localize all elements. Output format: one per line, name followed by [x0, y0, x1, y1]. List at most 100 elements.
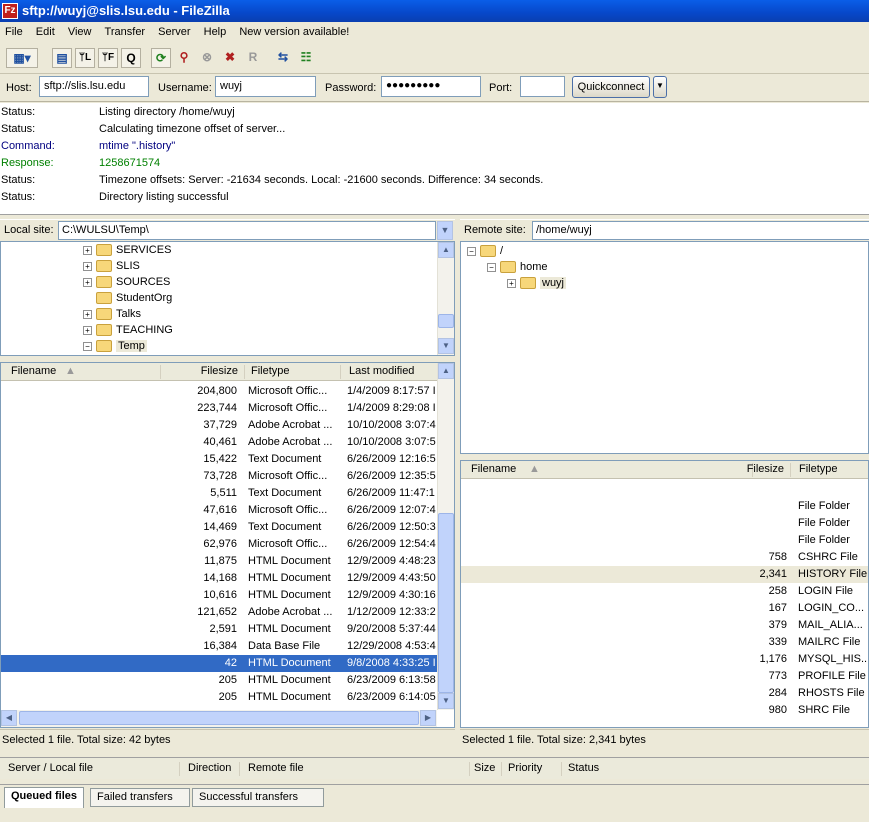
local-file-row[interactable]: XS_matrix_30001eng.xls47,616Microsoft Of… [1, 502, 437, 519]
hscroll-thumb[interactable] [19, 711, 419, 725]
local-tree-scrollbar[interactable]: ▲ ▼ [437, 242, 454, 355]
queue-column-server-local-file[interactable]: Server / Local file [8, 762, 180, 776]
local-file-row[interactable]: ASPRING 2009 Textbooks.pdf121,652Adobe A… [1, 604, 437, 621]
local-file-row[interactable]: ≡S_matrix_30001Chn.txt15,422Text Documen… [1, 451, 437, 468]
local-file-row[interactable]: ≡S_matrix_30002Chn.txt14,469Text Documen… [1, 519, 437, 536]
local-tree-item[interactable]: + SERVICES [83, 242, 171, 258]
filter-icon[interactable]: ☷ [296, 48, 316, 68]
remote-file-row[interactable]: ▭.login_conf167LOGIN_CO... [461, 600, 868, 617]
queue-column-size[interactable]: Size [474, 762, 502, 776]
remote-tree-item-home[interactable]: − home [487, 259, 548, 275]
remote-file-row[interactable]: public_htmlFile Folder [461, 515, 868, 532]
expand-icon[interactable]: + [83, 309, 92, 319]
local-tree-item[interactable]: + SOURCES [83, 274, 170, 290]
local-file-row[interactable]: ewith one br.htm205HTML Document6/23/200… [1, 689, 437, 706]
local-file-row[interactable]: AnlReader-2.pdf40,461Adobe Acrobat ...10… [1, 434, 437, 451]
remote-file-row[interactable]: ▭.rhosts284RHOSTS File [461, 685, 868, 702]
local-list-scrollbar[interactable]: ▲ ▼ [437, 363, 454, 710]
local-file-row[interactable]: eslis_rehost.html14,168HTML Document12/9… [1, 570, 437, 587]
local-site-path-input[interactable]: C:\WULSU\Temp\ [58, 221, 436, 240]
site-manager-icon[interactable]: ▦▾ [6, 48, 38, 68]
scroll-up-icon[interactable]: ▲ [438, 363, 454, 379]
tab-queued-files[interactable]: Queued files [4, 787, 85, 808]
local-file-row[interactable]: XS_matrix_30002Chn.xls62,976Microsoft Of… [1, 536, 437, 553]
toggle-queue-icon[interactable]: Q [121, 48, 141, 68]
local-tree-item[interactable]: − Temp [83, 338, 147, 354]
queue-column-direction[interactable]: Direction [188, 762, 240, 776]
local-tree-item[interactable]: StudentOrg [83, 290, 172, 306]
collapse-icon[interactable]: − [467, 246, 476, 256]
local-list-hscrollbar[interactable]: ◀ ▶ [1, 710, 437, 727]
port-input[interactable] [520, 76, 565, 97]
username-input[interactable]: wuyj [215, 76, 316, 97]
remote-tree-item-root[interactable]: − / [467, 243, 503, 259]
disconnect-icon[interactable]: ✖ [220, 48, 240, 68]
tab-successful-transfers[interactable]: Successful transfers [192, 788, 324, 807]
collapse-icon[interactable]: − [83, 341, 92, 351]
local-file-row[interactable]: AnlReader-1.pdf37,729Adobe Acrobat ...10… [1, 417, 437, 434]
remote-site-path-input[interactable]: /home/wuyj [532, 221, 869, 240]
remote-file-row[interactable]: ▭.cshrc758CSHRC File [461, 549, 868, 566]
remote-file-row[interactable]: ▭.mysql_history1,176MYSQL_HIS... [461, 651, 868, 668]
menu-new-version[interactable]: New version available! [234, 22, 354, 42]
remote-file-row[interactable]: ▭.profile773PROFILE File [461, 668, 868, 685]
menu-help[interactable]: Help [199, 22, 232, 42]
compare-directories-icon[interactable]: ⇆ [273, 48, 293, 68]
column-filesize[interactable]: Filesize [161, 365, 245, 379]
column-last-modified[interactable]: Last modified [349, 365, 439, 379]
column-filesize[interactable]: Filesize [733, 463, 791, 477]
local-file-row[interactable]: ≡S_matrix_30001eng.txt5,511Text Document… [1, 485, 437, 502]
column-filetype[interactable]: Filetype [799, 463, 868, 477]
toggle-local-tree-icon[interactable]: ᛘL [75, 48, 95, 68]
expand-icon[interactable]: + [83, 261, 92, 271]
scroll-right-icon[interactable]: ▶ [420, 710, 436, 726]
tab-failed-transfers[interactable]: Failed transfers [90, 788, 190, 807]
quickconnect-button[interactable]: Quickconnect [572, 76, 650, 98]
local-tree-item[interactable]: + TEACHING [83, 322, 173, 338]
menu-edit[interactable]: Edit [31, 22, 60, 42]
local-tree-item[interactable]: + SLIS [83, 258, 140, 274]
process-queue-icon[interactable]: ⚲ [174, 48, 194, 68]
scroll-up-icon[interactable]: ▲ [438, 242, 454, 258]
local-file-row[interactable]: ewith no br.htm205HTML Document6/23/2009… [1, 672, 437, 689]
local-file-row[interactable]: ▦Thumbs.db16,384Data Base File12/29/2008… [1, 638, 437, 655]
menu-view[interactable]: View [63, 22, 97, 42]
remote-tree-item-wuyj[interactable]: + wuyj [507, 275, 567, 291]
host-input[interactable]: sftp://slis.lsu.edu [39, 76, 149, 97]
column-filetype[interactable]: Filetype [251, 365, 341, 379]
scroll-down-icon[interactable]: ▼ [438, 693, 454, 709]
local-file-row[interactable]: XS_matrix_30001Chn.xls73,728Microsoft Of… [1, 468, 437, 485]
local-file-row[interactable]: PNarrated_PPT_Test.ppt204,800Microsoft O… [1, 383, 437, 400]
column-filename[interactable]: Filename [11, 365, 161, 379]
local-file-row[interactable]: PNarrated_PPT_Test2.ppt223,744Microsoft … [1, 400, 437, 417]
local-tree-item[interactable]: + Talks [83, 306, 141, 322]
local-file-row[interactable]: eslis_revised_page.html10,616HTML Docume… [1, 587, 437, 604]
scroll-down-icon[interactable]: ▼ [438, 338, 454, 354]
password-input[interactable]: ●●●●●●●●● [381, 76, 481, 97]
local-file-row[interactable]: esusan_h2.html2,591HTML Document9/20/200… [1, 621, 437, 638]
remote-file-row[interactable]: ▭.shrc980SHRC File [461, 702, 868, 719]
quickconnect-dropdown-icon[interactable]: ▼ [653, 76, 667, 98]
column-filename[interactable]: Filename [471, 463, 753, 477]
remote-file-row[interactable]: .. [461, 481, 868, 498]
collapse-icon[interactable]: − [487, 262, 496, 272]
remote-file-row[interactable]: ▭.history2,341HISTORY File [461, 566, 868, 583]
refresh-icon[interactable]: ⟳ [151, 48, 171, 68]
local-site-dropdown-icon[interactable]: ▼ [437, 221, 453, 240]
queue-column-status[interactable]: Status [568, 762, 868, 776]
queue-column-remote-file[interactable]: Remote file [248, 762, 470, 776]
toggle-remote-tree-icon[interactable]: ᛘF [98, 48, 118, 68]
scroll-thumb[interactable] [438, 314, 454, 328]
remote-file-row[interactable]: .emacs.dFile Folder [461, 498, 868, 515]
cancel-icon[interactable]: ⊗ [197, 48, 217, 68]
local-file-row[interactable]: ewelcome.html42HTML Document9/8/2008 4:3… [1, 655, 437, 672]
expand-icon[interactable]: + [83, 277, 92, 287]
menu-file[interactable]: File [0, 22, 28, 42]
remote-file-row[interactable]: ▭.login258LOGIN File [461, 583, 868, 600]
scroll-left-icon[interactable]: ◀ [1, 710, 17, 726]
menu-server[interactable]: Server [153, 22, 195, 42]
toggle-log-icon[interactable]: ▤ [52, 48, 72, 68]
expand-icon[interactable]: + [83, 245, 92, 255]
local-file-row[interactable]: eslis.html11,875HTML Document12/9/2009 4… [1, 553, 437, 570]
remote-file-row[interactable]: ▭.mail_aliases379MAIL_ALIA... [461, 617, 868, 634]
